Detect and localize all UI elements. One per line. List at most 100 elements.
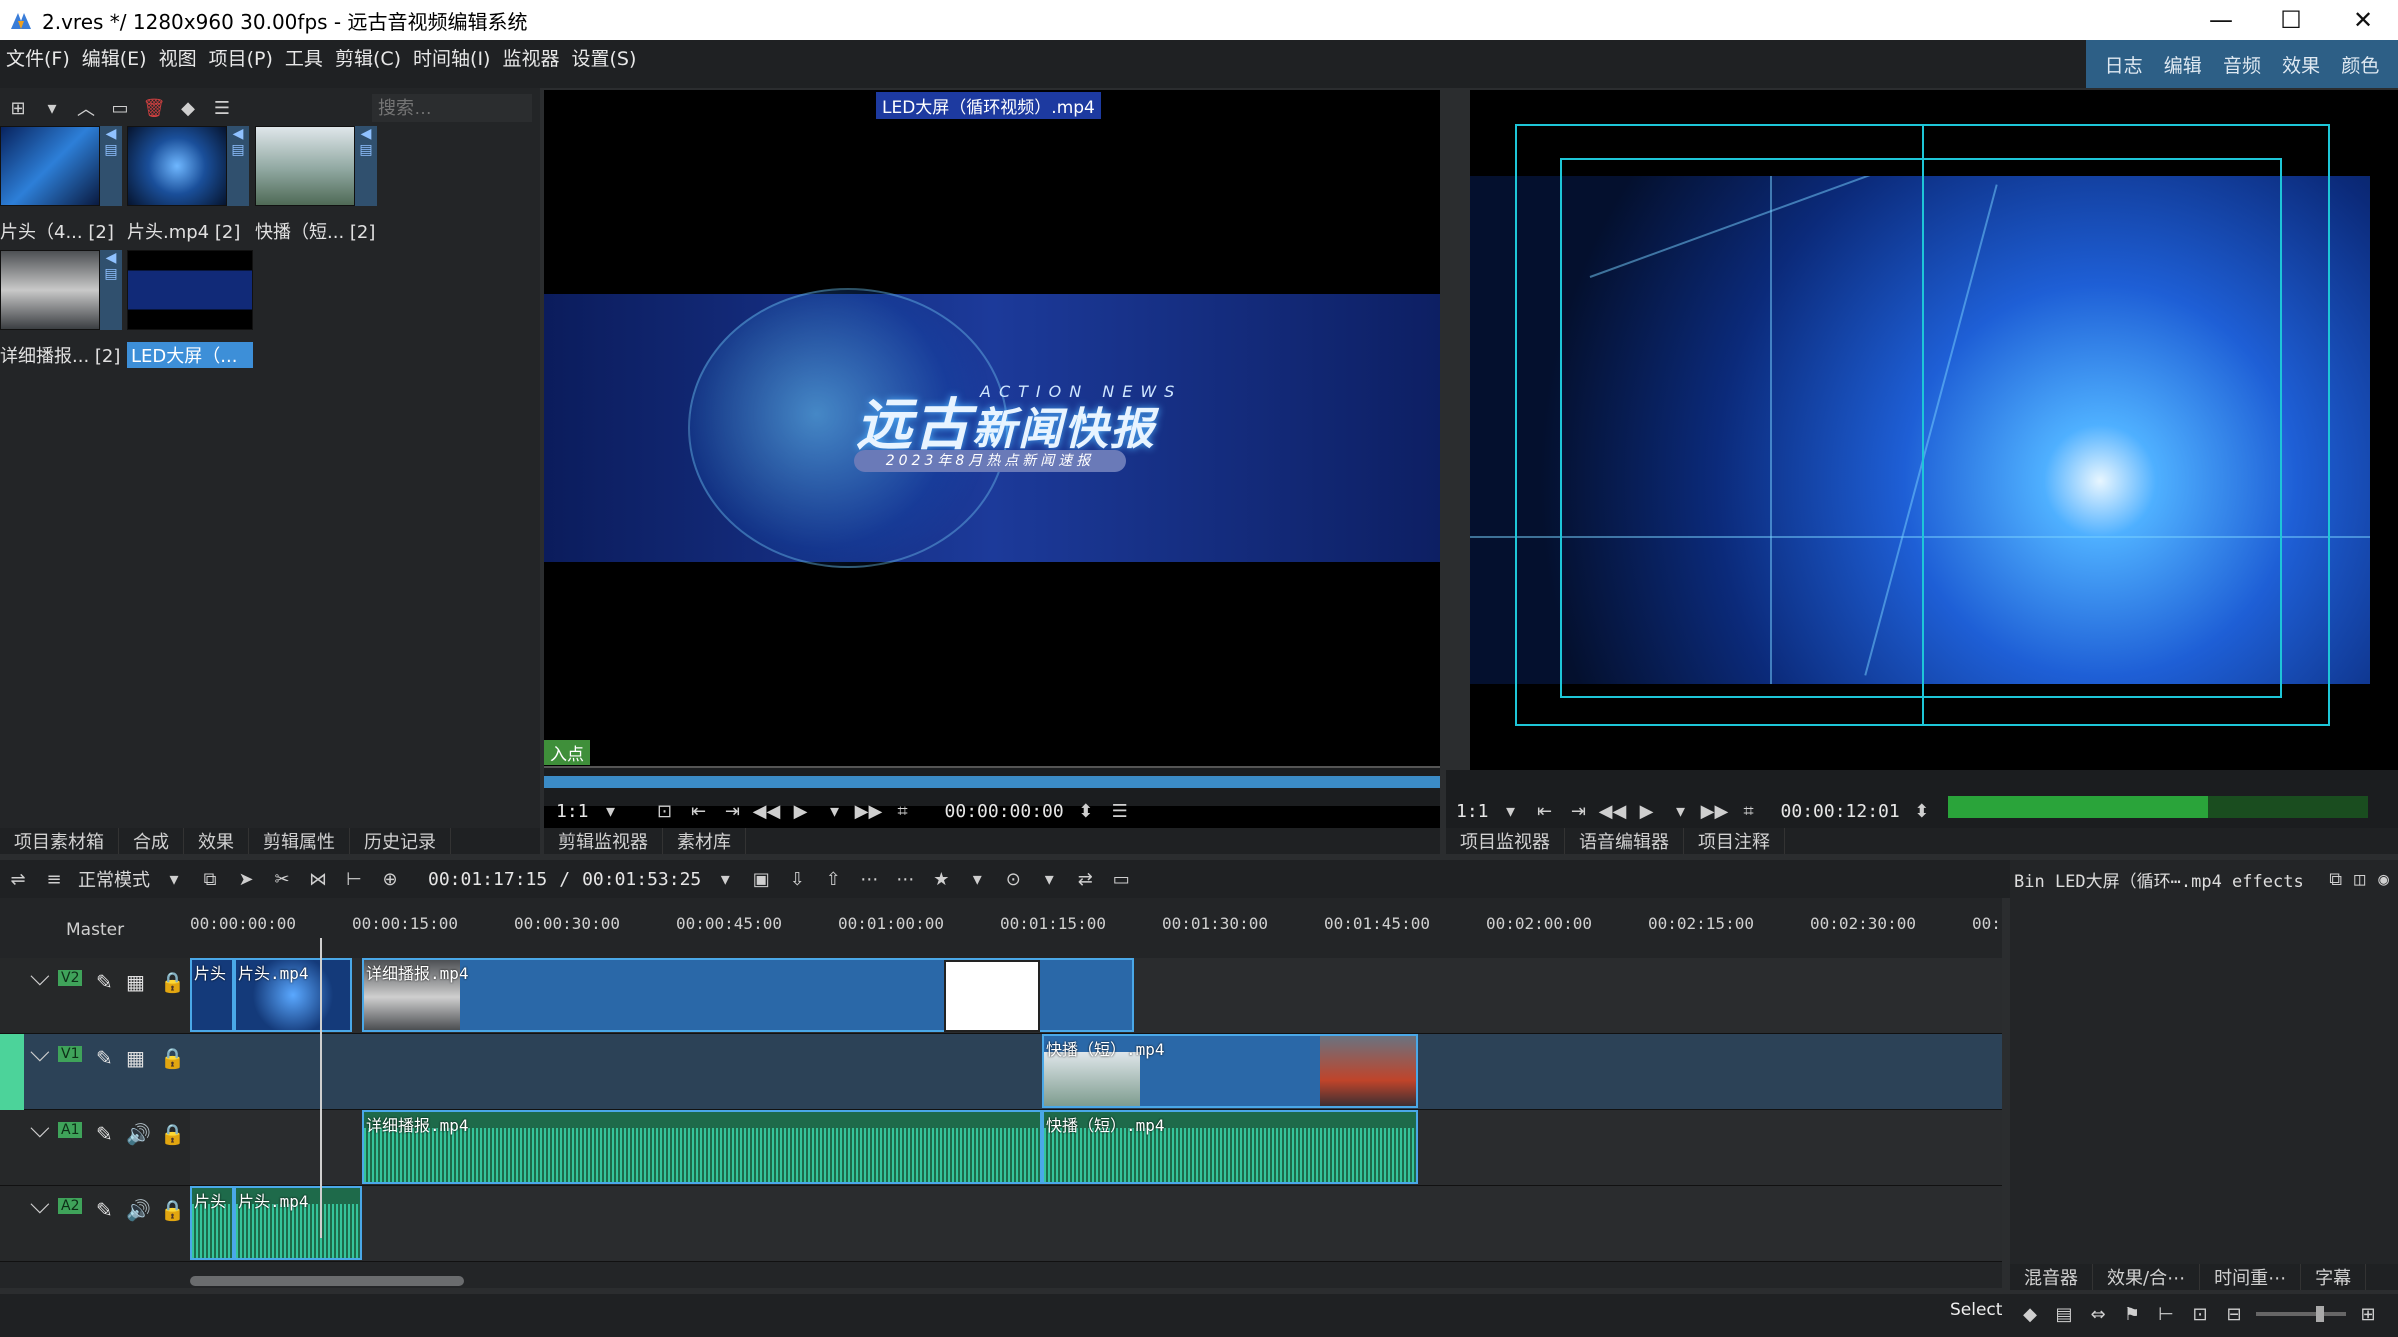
snap-dropdown-icon[interactable]: ▾ bbox=[1037, 867, 1061, 891]
crop-icon[interactable]: ⌗ bbox=[1737, 799, 1761, 823]
timeline-ruler[interactable]: 00:00:00:00 00:00:15:00 00:00:30:00 00:00:4… bbox=[190, 908, 2002, 948]
bin-clip-4[interactable]: ◀ ▤ 详细播报... [2] bbox=[0, 250, 122, 367]
favorite-dropdown-icon[interactable]: ▾ bbox=[965, 867, 989, 891]
eye-icon[interactable]: ◉ bbox=[2372, 867, 2396, 891]
project-zoom[interactable]: 1:1 bbox=[1456, 801, 1489, 822]
edit-mode-select[interactable]: 正常模式 bbox=[78, 866, 150, 892]
speaker-icon[interactable]: 🔊 bbox=[126, 1122, 151, 1146]
lock-icon[interactable]: 🔒 bbox=[160, 1046, 185, 1070]
workspace-tab-1[interactable]: 编辑 bbox=[2164, 51, 2202, 78]
forward-icon[interactable]: ▶▶ bbox=[1701, 799, 1729, 823]
play-dropdown-icon[interactable]: ▾ bbox=[1669, 799, 1693, 823]
project-monitor-tab-2[interactable]: 项目注释 bbox=[1684, 828, 1785, 854]
menu-item-1[interactable]: 编辑(E) bbox=[76, 40, 153, 75]
effects-tab-0[interactable]: 混音器 bbox=[2010, 1264, 2093, 1290]
compare-icon[interactable]: ◫ bbox=[2348, 867, 2372, 891]
zoom-dropdown-icon[interactable]: ▾ bbox=[599, 799, 623, 823]
clip-a2-b[interactable]: 片头.mp4 bbox=[234, 1186, 362, 1260]
zoom-fit-icon[interactable]: ⊡ bbox=[2188, 1302, 2212, 1326]
ripple-tool-icon[interactable]: ⊢ bbox=[342, 867, 366, 891]
close-button[interactable]: ✕ bbox=[2328, 0, 2398, 40]
set-out-icon[interactable]: ⇥ bbox=[1567, 799, 1591, 823]
duration-dropdown-icon[interactable]: ▾ bbox=[713, 867, 737, 891]
effects-tab-1[interactable]: 效果/合⋯ bbox=[2093, 1264, 2201, 1290]
lift-icon[interactable]: ⇧ bbox=[821, 867, 845, 891]
zoom-slider-handle[interactable] bbox=[2316, 1306, 2324, 1322]
minimize-button[interactable]: — bbox=[2186, 0, 2256, 40]
set-in-icon[interactable]: ⇤ bbox=[687, 799, 711, 823]
menu-item-2[interactable]: 视图 bbox=[153, 40, 203, 75]
clip-monitor-tab-0[interactable]: 剪辑监视器 bbox=[544, 828, 663, 854]
track-lane-v1[interactable]: 快播（短）.mp4 bbox=[190, 1034, 2002, 1110]
film-icon[interactable]: ▦ bbox=[126, 1046, 145, 1070]
delete-icon[interactable]: 🗑 bbox=[142, 96, 166, 120]
bin-clip-2[interactable]: ◀ ▤ 片头.mp4 [2] bbox=[127, 126, 249, 243]
monitor-menu-icon[interactable]: ☰ bbox=[1108, 799, 1132, 823]
clip-timecode[interactable]: 00:00:00:00 bbox=[945, 801, 1064, 822]
track-lane-a1[interactable]: 详细播报.mp4 快播（短）.mp4 bbox=[190, 1110, 2002, 1186]
menu-icon[interactable]: ☰ bbox=[210, 96, 234, 120]
effects-tab-2[interactable]: 时间重⋯ bbox=[2200, 1264, 2302, 1290]
menu-item-7[interactable]: 监视器 bbox=[496, 40, 565, 75]
play-icon[interactable]: ▶ bbox=[1635, 799, 1659, 823]
speaker-icon[interactable]: 🔊 bbox=[126, 1198, 151, 1222]
workspace-tab-3[interactable]: 效果 bbox=[2282, 51, 2320, 78]
thumbnail-icon[interactable]: ▭ bbox=[1109, 867, 1133, 891]
lock-icon[interactable]: 🔒 bbox=[160, 970, 185, 994]
tag-icon[interactable]: ◆ bbox=[2018, 1302, 2042, 1326]
up-arrow-icon[interactable]: ︿ bbox=[74, 96, 98, 120]
split-icon[interactable]: ⊢ bbox=[2154, 1302, 2178, 1326]
forward-icon[interactable]: ▶▶ bbox=[855, 799, 883, 823]
track-lane-a2[interactable]: 片头 片头.mp4 bbox=[190, 1186, 2002, 1262]
mode-dropdown-icon[interactable]: ▾ bbox=[162, 867, 186, 891]
timeline-position[interactable]: 00:01:17:15 bbox=[428, 869, 547, 890]
menu-item-3[interactable]: 项目(P) bbox=[203, 40, 279, 75]
menu-item-4[interactable]: 工具 bbox=[279, 40, 329, 75]
save-icon[interactable]: ▤ bbox=[2052, 1302, 2076, 1326]
film-icon[interactable]: ▦ bbox=[126, 970, 145, 994]
bin-tab-1[interactable]: 合成 bbox=[119, 828, 184, 854]
play-dropdown-icon[interactable]: ▾ bbox=[823, 799, 847, 823]
clip-a2-a[interactable]: 片头 bbox=[190, 1186, 234, 1260]
clip-v1-a[interactable]: 快播（短）.mp4 bbox=[1042, 1034, 1418, 1108]
slip-tool-icon[interactable]: ⊕ bbox=[378, 867, 402, 891]
bin-tab-4[interactable]: 历史记录 bbox=[350, 828, 451, 854]
timecode-spin-icon[interactable]: ⬍ bbox=[1074, 799, 1098, 823]
timecode-spin-icon[interactable]: ⬍ bbox=[1910, 799, 1934, 823]
menu-item-6[interactable]: 时间轴(I) bbox=[407, 40, 496, 75]
zoom-slider[interactable] bbox=[2256, 1306, 2346, 1322]
bin-search-input[interactable] bbox=[372, 94, 532, 122]
overwrite-icon[interactable]: ▣ bbox=[749, 867, 773, 891]
spacer-tool-icon[interactable]: ⋈ bbox=[306, 867, 330, 891]
bin-clip-1[interactable]: ◀ ▤ 片头（4... [2] bbox=[0, 126, 122, 243]
insert-icon[interactable]: ⇩ bbox=[785, 867, 809, 891]
collapse-icon[interactable]: ⌵ bbox=[30, 1038, 50, 1069]
menu-item-8[interactable]: 设置(S) bbox=[565, 40, 642, 75]
workspace-tab-0[interactable]: 日志 bbox=[2105, 51, 2143, 78]
clip-v2-b[interactable]: 片头.mp4 bbox=[234, 958, 352, 1032]
select-tool-icon[interactable]: ➤ bbox=[234, 867, 258, 891]
playhead[interactable] bbox=[320, 938, 322, 1238]
add-clip-icon[interactable]: ⊞ bbox=[6, 96, 30, 120]
track-settings-icon[interactable]: ⇌ bbox=[6, 867, 30, 891]
menu-item-0[interactable]: 文件(F) bbox=[0, 40, 76, 75]
edit-icon[interactable]: ✎ bbox=[96, 1046, 113, 1070]
flag-icon[interactable]: ⚑ bbox=[2120, 1302, 2144, 1326]
track-tag[interactable]: V1 bbox=[58, 1046, 83, 1062]
project-timecode[interactable]: 00:00:12:01 bbox=[1781, 801, 1900, 822]
bin-clip-5[interactable]: LED大屏（... bbox=[127, 250, 253, 368]
edit-icon[interactable]: ✎ bbox=[96, 1198, 113, 1222]
lock-icon[interactable]: 🔒 bbox=[160, 1122, 185, 1146]
bin-tab-0[interactable]: 项目素材箱 bbox=[0, 828, 119, 854]
extract-icon[interactable]: ⋯ bbox=[857, 867, 881, 891]
zoom-dropdown-icon[interactable]: ▾ bbox=[1499, 799, 1523, 823]
maximize-button[interactable]: ☐ bbox=[2256, 0, 2326, 40]
dropdown-icon[interactable]: ▾ bbox=[40, 96, 64, 120]
workspace-tab-2[interactable]: 音频 bbox=[2223, 51, 2261, 78]
track-lane-v2[interactable]: 片头 片头.mp4 详细播报.mp4 bbox=[190, 958, 2002, 1034]
effects-tab-3[interactable]: 字幕 bbox=[2301, 1264, 2367, 1290]
edit-icon[interactable]: ✎ bbox=[96, 1122, 113, 1146]
track-tag[interactable]: A1 bbox=[58, 1122, 83, 1138]
play-icon[interactable]: ▶ bbox=[789, 799, 813, 823]
set-in-icon[interactable]: ⇤ bbox=[1533, 799, 1557, 823]
